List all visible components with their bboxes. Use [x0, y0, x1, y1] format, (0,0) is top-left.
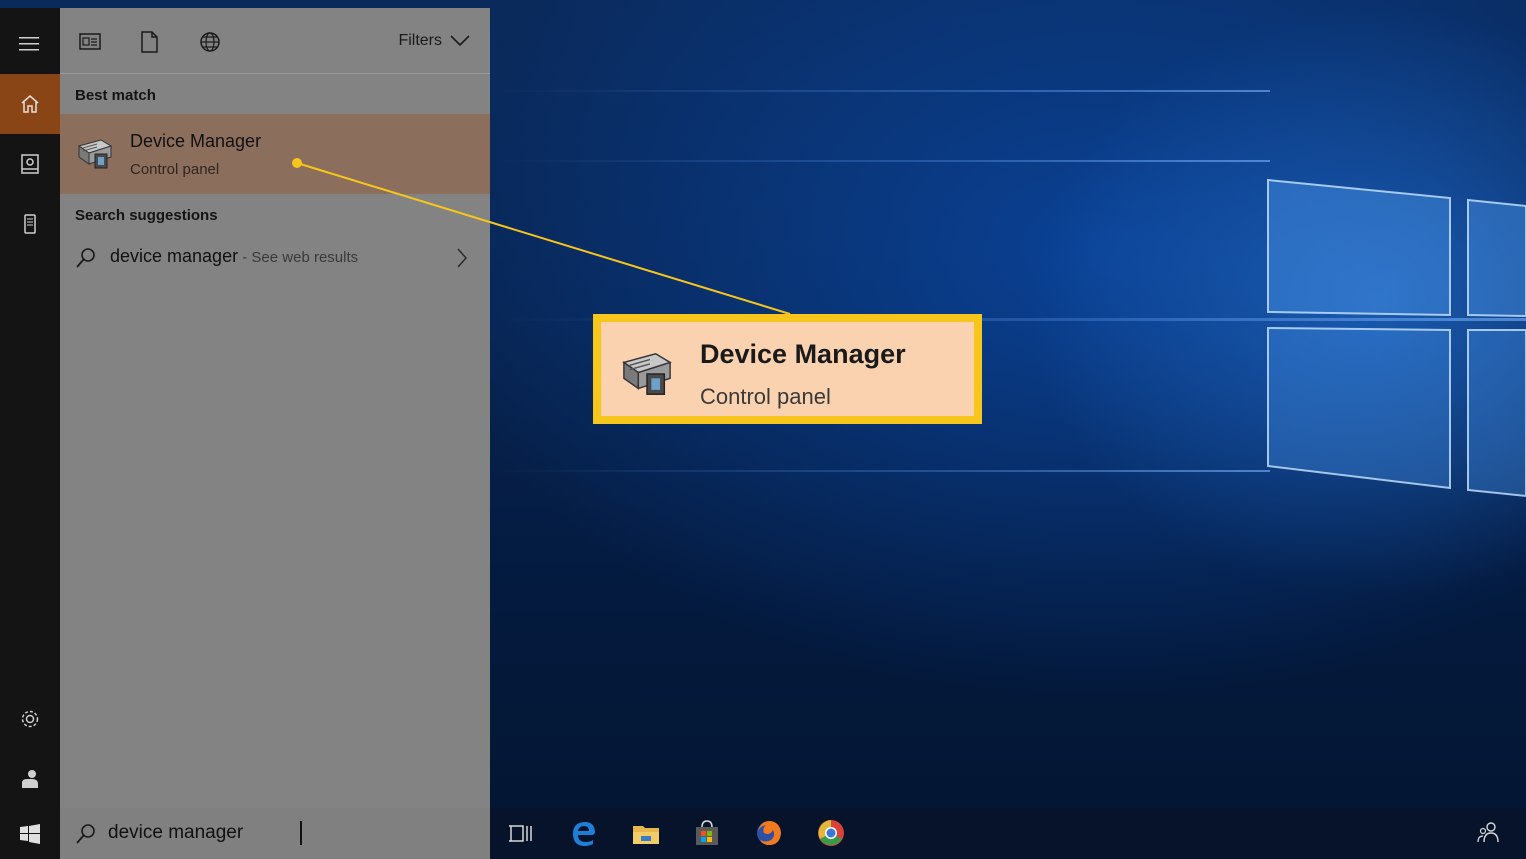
light-beam [490, 470, 1270, 472]
documents-scope-icon[interactable] [137, 30, 161, 54]
search-scope-bar: Filters [60, 8, 490, 74]
apps-scope-icon[interactable] [78, 30, 102, 54]
task-view-icon[interactable] [506, 818, 536, 848]
settings-button[interactable] [0, 689, 60, 749]
store-icon[interactable] [692, 818, 722, 848]
filters-label: Filters [398, 32, 442, 49]
user-icon [22, 770, 38, 788]
best-match-header: Best match [75, 87, 156, 104]
web-suggestion-item[interactable]: device manager - See web results [60, 238, 490, 278]
light-beam [490, 160, 1270, 162]
start-button[interactable] [0, 804, 60, 859]
search-suggestions-header: Search suggestions [75, 207, 218, 224]
device-manager-icon [77, 139, 113, 169]
search-panel: Filters Best match Device Manager Contro… [60, 8, 490, 859]
phone-icon [24, 214, 36, 234]
web-scope-icon[interactable] [198, 30, 222, 54]
settings-icon [21, 710, 39, 728]
search-icon [76, 248, 95, 268]
windows-logo-wallpaper [1267, 178, 1526, 498]
best-match-result[interactable]: Device Manager Control panel [60, 114, 490, 194]
menu-button[interactable] [0, 14, 60, 74]
search-icon [76, 824, 95, 844]
chevron-right-icon[interactable] [456, 248, 468, 268]
firefox-icon[interactable] [754, 818, 784, 848]
windows-start-icon [20, 824, 40, 844]
device-manager-icon [622, 352, 672, 395]
edge-icon[interactable] [569, 818, 599, 848]
best-match-title: Device Manager [130, 131, 262, 151]
filters-dropdown[interactable]: Filters [398, 32, 470, 50]
home-button[interactable] [0, 74, 60, 134]
callout-subtitle: Control panel [700, 384, 831, 409]
home-icon [21, 95, 39, 113]
phone-button[interactable] [0, 194, 60, 254]
chrome-icon[interactable] [816, 818, 846, 848]
people-icon[interactable] [1474, 818, 1504, 848]
search-input[interactable] [108, 819, 468, 847]
light-beam [490, 90, 1270, 92]
chevron-down-icon [450, 35, 470, 47]
best-match-subtitle: Control panel [130, 161, 220, 178]
highlight-callout: Device Manager Control panel [593, 314, 982, 424]
notebook-button[interactable] [0, 134, 60, 194]
suggestion-hint: - See web results [238, 249, 359, 266]
file-explorer-icon[interactable] [631, 818, 661, 848]
suggestion-text: device manager - See web results [110, 246, 358, 267]
taskbar [490, 808, 1526, 859]
callout-title: Device Manager [700, 339, 906, 369]
notebook-icon [21, 154, 39, 174]
menu-icon [19, 37, 39, 51]
start-rail [0, 8, 60, 859]
search-box[interactable] [60, 808, 490, 859]
text-caret [300, 821, 302, 845]
suggestion-query: device manager [110, 246, 239, 266]
user-button[interactable] [0, 749, 60, 809]
